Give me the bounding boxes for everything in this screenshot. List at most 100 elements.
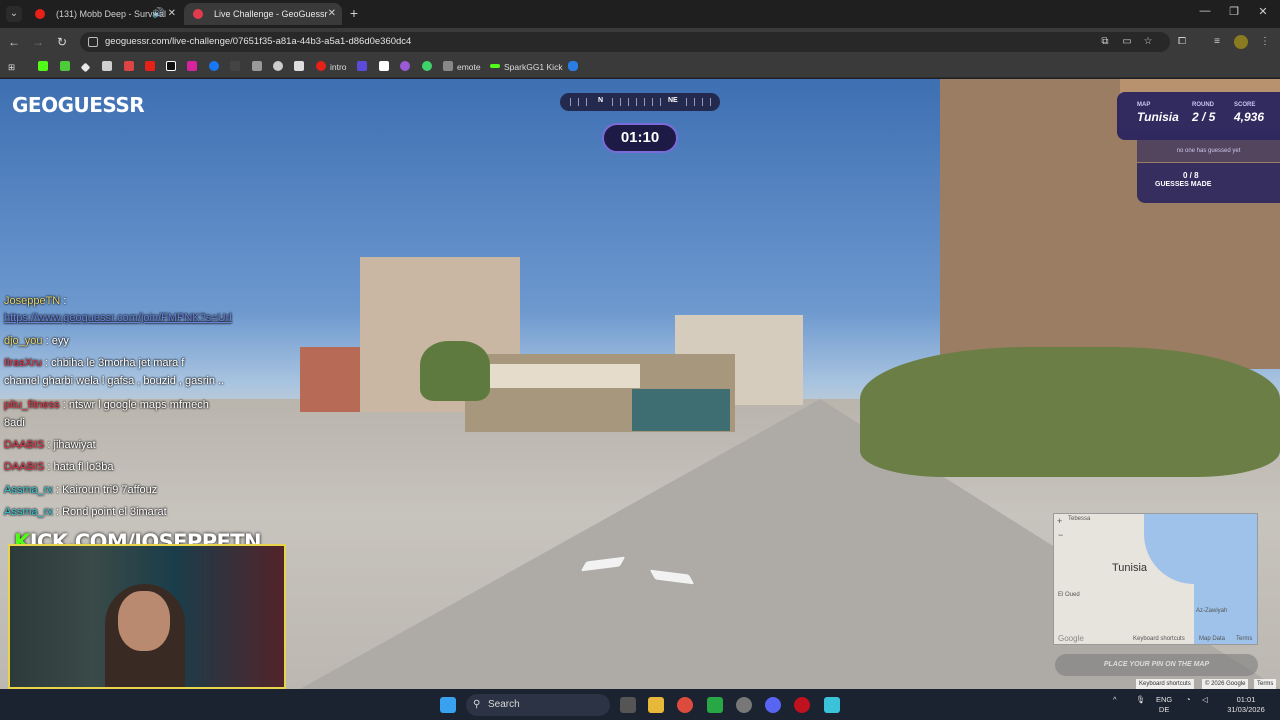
zoom-in-button[interactable]: + [1057,516,1062,526]
mic-icon[interactable]: 🎙 [1136,695,1146,705]
bookmark-discord-icon[interactable] [400,61,414,73]
close-icon[interactable]: ✕ [328,3,336,25]
notepad-icon[interactable] [824,697,840,713]
chat-username[interactable]: pitu_fitness [4,399,60,411]
taskbar-search[interactable]: ⚲ Search [466,694,610,716]
bookmark-gmail-icon[interactable] [124,61,138,73]
bookmark-p-icon[interactable] [379,61,393,73]
menu-kebab-icon[interactable]: ⋮ [1258,35,1272,49]
bookmarks-bar: ⊞ intro emote SparkGG1 Kick [0,56,1280,78]
round-label: ROUND [1192,102,1214,108]
windows-start-icon[interactable] [440,697,456,713]
tab-geoguessr[interactable]: Live Challenge - GeoGuessr ✕ [184,3,342,25]
bookmark-v-icon[interactable] [357,61,371,73]
windows-taskbar: ⚲ Search ^ 🎙 ENG DE ◔ ◁ 01:01 31/03/2026 [0,689,1280,720]
bookmark-grid-icon[interactable] [230,61,244,73]
place-pin-button[interactable]: PLACE YOUR PIN ON THE MAP [1055,654,1258,676]
file-explorer-icon[interactable] [648,697,664,713]
map-data-link[interactable]: Map Data [1199,636,1225,642]
xbox-icon[interactable] [707,697,723,713]
tab-label: Live Challenge - GeoGuessr [214,9,328,19]
reload-button[interactable]: ↻ [54,34,70,50]
footer-terms[interactable]: Terms [1254,679,1277,689]
map-label-west: El Oued [1058,592,1080,598]
chat-message: djo_you : eyy [4,335,69,347]
map-terms-link[interactable]: Terms [1236,636,1252,642]
discord-icon[interactable] [765,697,781,713]
bookmark-star-icon[interactable] [252,61,266,73]
bookmark-star-icon[interactable]: ☆ [1141,35,1155,49]
bookmark-sparkgg1-kick[interactable]: SparkGG1 Kick [490,61,563,73]
search-label: Search [488,699,520,710]
profile-avatar[interactable] [1234,35,1248,49]
apps-icon[interactable]: ⊞ [8,61,15,73]
google-logo: Google [1058,634,1084,643]
chat-username[interactable]: JoseppeTN [4,295,60,307]
site-info-icon[interactable] [88,37,98,47]
compass-ne: NE [668,97,678,104]
red-app-icon[interactable] [794,697,810,713]
tree [420,341,490,401]
chat-message: JoseppeTN : [4,295,66,307]
close-icon[interactable]: 🔊 ✕ [152,3,176,25]
chat-text: : hata fl lo3ba [44,461,114,473]
footer-keyboard-shortcuts[interactable]: Keyboard shortcuts [1136,679,1194,689]
media-icon[interactable]: ≡ [1210,35,1224,49]
window-close-button[interactable]: ✕ [1253,5,1273,18]
bookmark-instagram-icon[interactable] [187,61,201,73]
task-view-icon[interactable] [620,697,636,713]
cast-icon[interactable]: ▭ [1120,35,1134,49]
minimize-button[interactable]: — [1195,5,1215,17]
bookmark-meta-icon[interactable] [568,61,582,73]
bookmark-green-icon[interactable] [422,61,436,73]
extensions-icon[interactable]: ⧠ [1175,35,1189,49]
back-button[interactable]: ← [6,34,22,50]
map-keyboard-shortcuts[interactable]: Keyboard shortcuts [1133,636,1185,642]
bookmark-download-icon[interactable] [102,61,116,73]
bookmark-intro[interactable]: intro [316,61,347,73]
chat-username[interactable]: djo_you [4,335,43,347]
youtube-icon [35,9,45,19]
logo-text: GEOGUESSR [12,93,145,117]
obs-icon[interactable] [736,697,752,713]
restore-button[interactable]: ❐ [1224,5,1244,18]
address-bar[interactable]: geoguessr.com/live-challenge/07651f35-a8… [80,32,1170,52]
language-indicator[interactable]: ENG DE [1156,695,1172,715]
chat-username[interactable]: DAABIS [4,439,44,451]
bookmark-facebook-icon[interactable] [209,61,223,73]
chat-username[interactable]: Assma_rx [4,506,53,518]
chat-message: 8adi [4,417,25,429]
bookmark-kick-icon[interactable] [38,61,52,73]
geoguessr-logo[interactable]: GEOGUESSR [12,93,145,117]
zoom-out-button[interactable]: − [1058,530,1063,540]
street-view-panorama[interactable]: GEOGUESSR N NE 01:10 MAP Tunisia ROUND 2… [0,79,1280,689]
tray-overflow-icon[interactable]: ^ [1113,695,1117,705]
new-tab-button[interactable]: + [346,5,362,21]
bookmark-tiktok-icon[interactable] [166,61,180,73]
forward-button[interactable]: → [30,34,46,50]
chat-username[interactable]: IlrasXru [4,357,42,369]
bookmark-d-icon[interactable] [60,61,74,73]
chat-text: : jihawiyat [44,439,96,451]
chrome-icon[interactable] [677,697,693,713]
tab-search-button[interactable]: ⌄ [6,6,22,22]
chat-username[interactable]: Assma_rx [4,484,53,496]
bookmark-emote[interactable]: emote [443,61,481,73]
footer-copyright: © 2026 Google [1202,679,1249,689]
shop-shutter [632,389,730,431]
chat-username[interactable]: DAABIS [4,461,44,473]
wifi-icon[interactable]: ◔ [1186,695,1191,705]
map-label-country: Tunisia [1112,562,1148,574]
browser-toolbar: ← → ↻ geoguessr.com/live-challenge/07651… [0,28,1280,56]
streamer-face [118,591,170,651]
bookmark-doc-icon[interactable] [294,61,308,73]
tab-youtube[interactable]: (131) Mobb Deep - Survival 🔊 ✕ [26,3,182,25]
clock[interactable]: 01:01 31/03/2026 [1220,695,1272,715]
chat-link[interactable]: https://www.geoguessr.com/join/FMPNK?s=U… [4,312,232,324]
bookmark-obs-icon[interactable] [273,61,287,73]
guess-minimap[interactable]: + − Tebessa Tunisia El Oued Az-Zawiyah G… [1053,513,1258,645]
bookmark-diamond-icon[interactable] [80,61,93,73]
translate-icon[interactable]: ⧉ [1098,35,1112,49]
bookmark-youtube-icon[interactable] [145,61,159,73]
volume-icon[interactable]: ◁ [1202,695,1208,705]
